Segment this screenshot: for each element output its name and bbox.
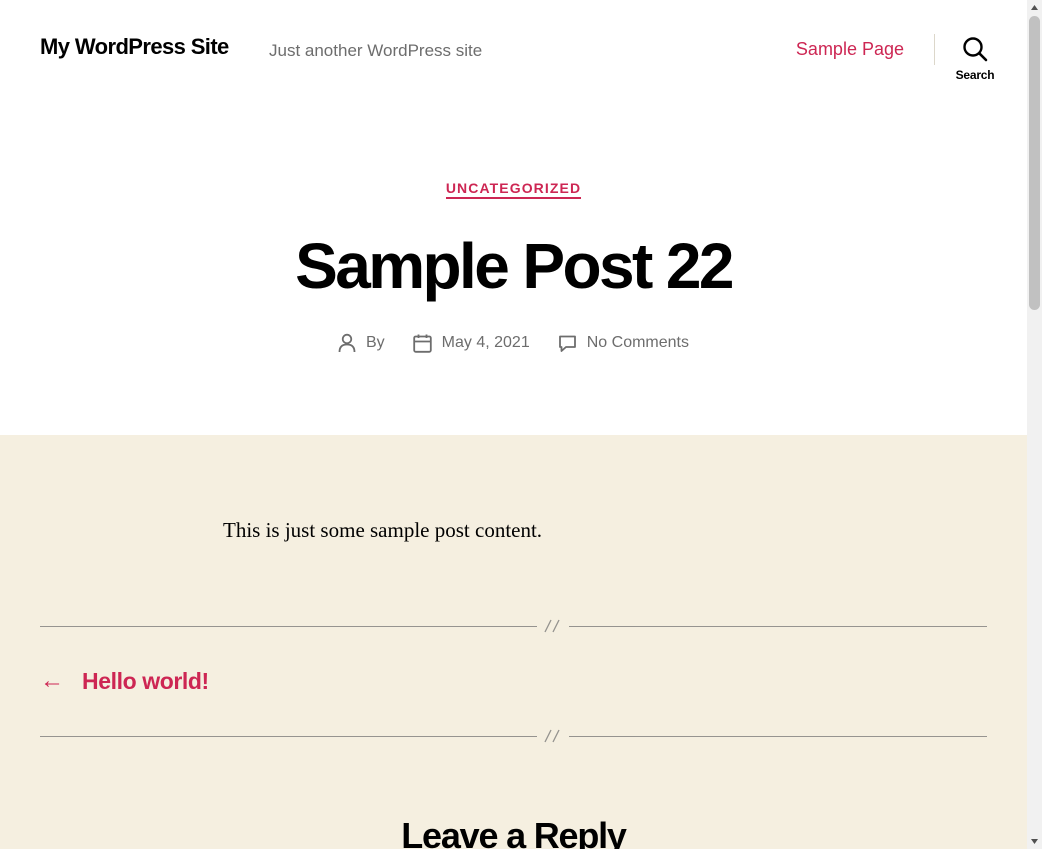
page-scrollbar[interactable] bbox=[1027, 0, 1042, 849]
post-author: By bbox=[338, 333, 385, 353]
search-toggle-label: Search bbox=[955, 68, 995, 82]
post-title: Sample Post 22 bbox=[295, 230, 734, 302]
site-title-link[interactable]: My WordPress Site bbox=[40, 34, 229, 60]
author-prefix: By bbox=[366, 334, 385, 351]
comment-reply-title: Leave a Reply bbox=[401, 815, 627, 849]
arrow-left-icon: ← bbox=[40, 667, 64, 694]
header-divider bbox=[934, 34, 935, 65]
previous-post-title: Hello world! bbox=[82, 667, 209, 694]
scroll-down-icon[interactable] bbox=[1027, 834, 1042, 849]
post-date: May 4, 2021 bbox=[412, 334, 530, 353]
post-content-text: This is just some sample post content. bbox=[223, 518, 543, 542]
post-date-link[interactable]: May 4, 2021 bbox=[442, 334, 530, 352]
scroll-up-icon[interactable] bbox=[1027, 0, 1042, 15]
post-category: UNCATEGORIZED bbox=[0, 180, 1027, 199]
comment-icon bbox=[558, 335, 576, 352]
post-meta: By May 4, 2021 No Comments bbox=[0, 333, 1027, 353]
comments-link[interactable]: No Comments bbox=[587, 334, 689, 352]
calendar-icon bbox=[412, 334, 432, 353]
category-link[interactable]: UNCATEGORIZED bbox=[445, 180, 582, 199]
divider-slash-icon bbox=[537, 726, 569, 746]
post-content-area: This is just some sample post content. ←… bbox=[0, 435, 1027, 849]
post-divider-bottom bbox=[40, 726, 987, 746]
previous-post-link[interactable]: ← Hello world! bbox=[40, 667, 209, 695]
author-icon bbox=[338, 333, 356, 353]
site-tagline: Just another WordPress site bbox=[269, 41, 483, 60]
post-comments: No Comments bbox=[558, 334, 689, 353]
search-icon bbox=[963, 37, 988, 62]
nav-item-sample-page[interactable]: Sample Page bbox=[796, 39, 904, 60]
page: My WordPress Site Just another WordPress… bbox=[0, 0, 1027, 849]
search-toggle-button[interactable]: Search bbox=[944, 34, 1006, 92]
divider-slash-icon bbox=[537, 616, 569, 636]
scrollbar-thumb[interactable] bbox=[1029, 16, 1040, 310]
post-divider-top bbox=[40, 616, 987, 636]
